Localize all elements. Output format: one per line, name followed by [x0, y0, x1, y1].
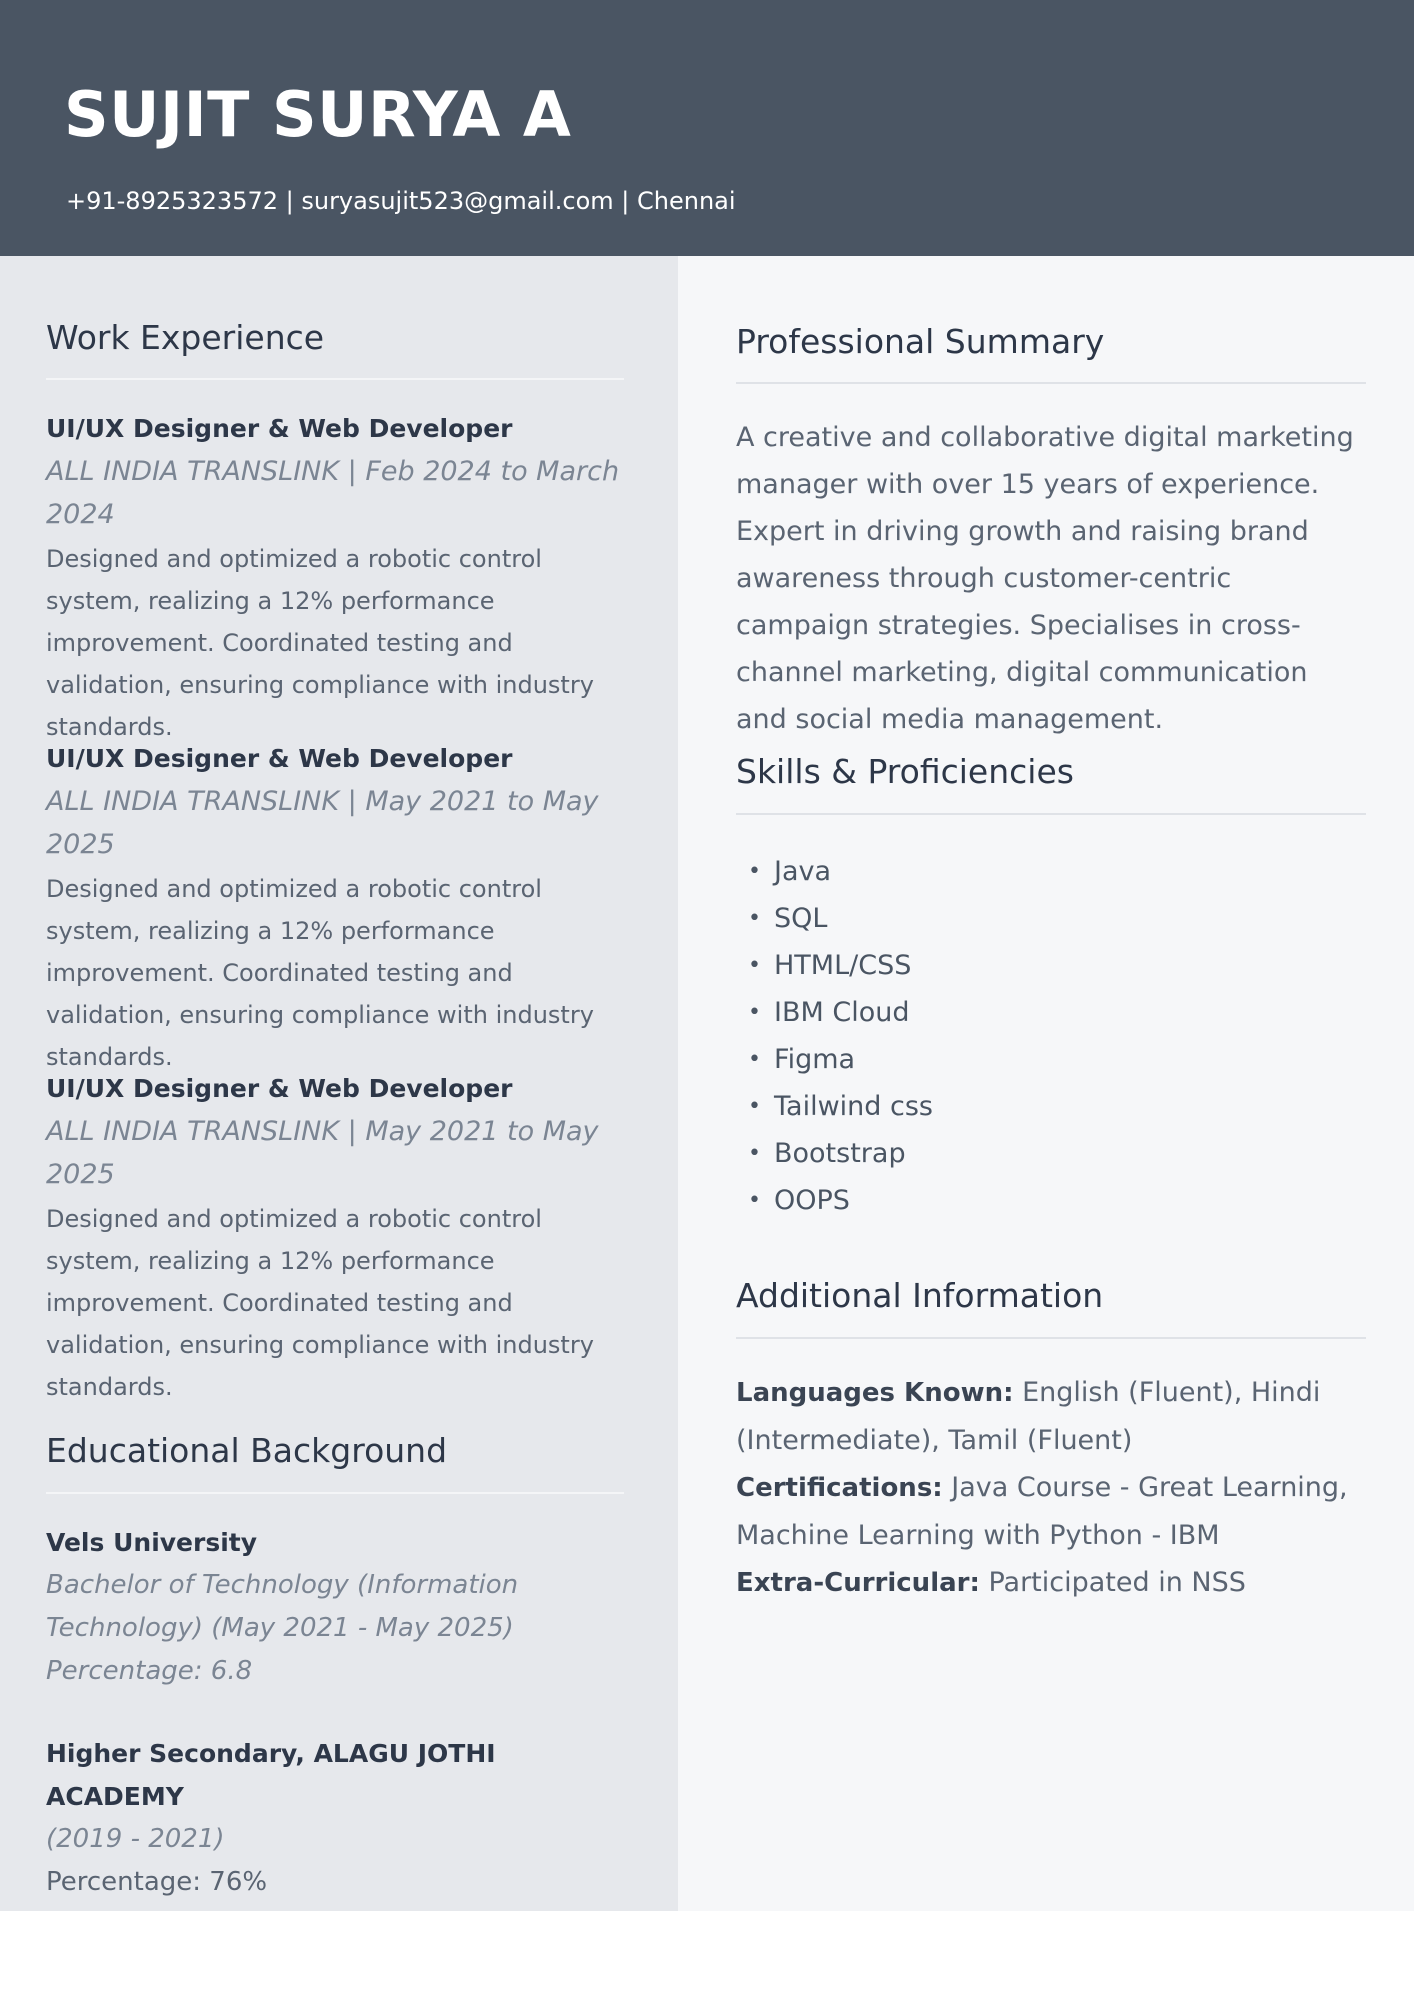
education-score: Percentage: 76%: [46, 1867, 268, 1897]
bullet-icon: •: [748, 906, 761, 931]
bullet-icon: •: [748, 1141, 761, 1166]
bullet-icon: •: [748, 1094, 761, 1119]
additional-info: Languages Known: English (Fluent), Hindi…: [736, 1369, 1376, 1607]
job-description: Designed and optimized a robotic control…: [46, 1205, 594, 1401]
contact-line: +91-8925323572 | suryasujit523@gmail.com…: [66, 187, 736, 215]
job-title: UI/UX Designer & Web Developer: [46, 744, 513, 773]
extra-curricular-value: Participated in NSS: [988, 1567, 1246, 1598]
section-divider: [736, 382, 1366, 384]
skill-item: • Java: [748, 848, 933, 895]
bullet-icon: •: [748, 953, 761, 978]
skill-item: • OOPS: [748, 1177, 933, 1224]
certifications-line: Certifications: Java Course - Great Lear…: [736, 1464, 1376, 1559]
skill-item: • SQL: [748, 895, 933, 942]
skill-item: • Figma: [748, 1036, 933, 1083]
extra-curricular-label: Extra-Curricular:: [736, 1568, 980, 1598]
job-description: Designed and optimized a robotic control…: [46, 545, 594, 741]
skill-item: • HTML/CSS: [748, 942, 933, 989]
education-heading: Educational Background: [46, 1431, 448, 1470]
section-divider: [46, 1492, 624, 1494]
job-entry: UI/UX Designer & Web Developer ALL INDIA…: [46, 738, 626, 1078]
bullet-icon: •: [748, 1188, 761, 1213]
education-period: (2019 - 2021): [46, 1824, 225, 1854]
summary-text: A creative and collaborative digital mar…: [736, 422, 1354, 735]
job-entry: UI/UX Designer & Web Developer ALL INDIA…: [46, 1068, 626, 1408]
skills-list: • Java • SQL • HTML/CSS • IBM Cloud • Figma •…: [748, 848, 933, 1224]
job-description: Designed and optimized a robotic control…: [46, 875, 594, 1071]
skills-heading: Skills & Proficiencies: [736, 752, 1074, 791]
languages-label: Languages Known:: [736, 1378, 1014, 1408]
bullet-icon: •: [748, 1000, 761, 1025]
additional-info-heading: Additional Information: [736, 1276, 1104, 1315]
job-title: UI/UX Designer & Web Developer: [46, 1074, 513, 1103]
right-column: Professional Summary A creative and coll…: [678, 256, 1414, 1911]
bullet-icon: •: [748, 1047, 761, 1072]
education-entry: Higher Secondary, ALAGU JOTHI ACADEMY (2…: [46, 1732, 636, 1904]
section-divider: [46, 378, 624, 380]
skill-item: • IBM Cloud: [748, 989, 933, 1036]
job-meta: ALL INDIA TRANSLINK | May 2021 to May 20…: [46, 786, 599, 860]
degree-detail: Bachelor of Technology (Information Tech…: [46, 1570, 519, 1643]
job-meta: ALL INDIA TRANSLINK | Feb 2024 to March …: [46, 456, 620, 530]
education-score: Percentage: 6.8: [46, 1656, 253, 1686]
languages-line: Languages Known: English (Fluent), Hindi…: [736, 1369, 1376, 1464]
institution-name: Vels University: [46, 1528, 258, 1557]
summary-heading: Professional Summary: [736, 322, 1105, 361]
candidate-name: SUJIT SURYA A: [64, 78, 572, 151]
job-title: UI/UX Designer & Web Developer: [46, 414, 513, 443]
left-column: Work Experience UI/UX Designer & Web Dev…: [0, 256, 678, 1911]
skill-item: • Bootstrap: [748, 1130, 933, 1177]
job-entry: UI/UX Designer & Web Developer ALL INDIA…: [46, 408, 626, 748]
extra-curricular-line: Extra-Curricular: Participated in NSS: [736, 1559, 1376, 1607]
section-divider: [736, 1337, 1366, 1339]
education-entry: Vels University Bachelor of Technology (…: [46, 1521, 636, 1693]
work-experience-heading: Work Experience: [46, 318, 325, 357]
bullet-icon: •: [748, 859, 761, 884]
skill-item: • Tailwind css: [748, 1083, 933, 1130]
job-meta: ALL INDIA TRANSLINK | May 2021 to May 20…: [46, 1116, 599, 1190]
institution-name: Higher Secondary, ALAGU JOTHI ACADEMY: [46, 1739, 496, 1811]
certifications-label: Certifications:: [736, 1473, 943, 1503]
resume-header: SUJIT SURYA A +91-8925323572 | suryasuji…: [0, 0, 1414, 256]
section-divider: [736, 813, 1366, 815]
